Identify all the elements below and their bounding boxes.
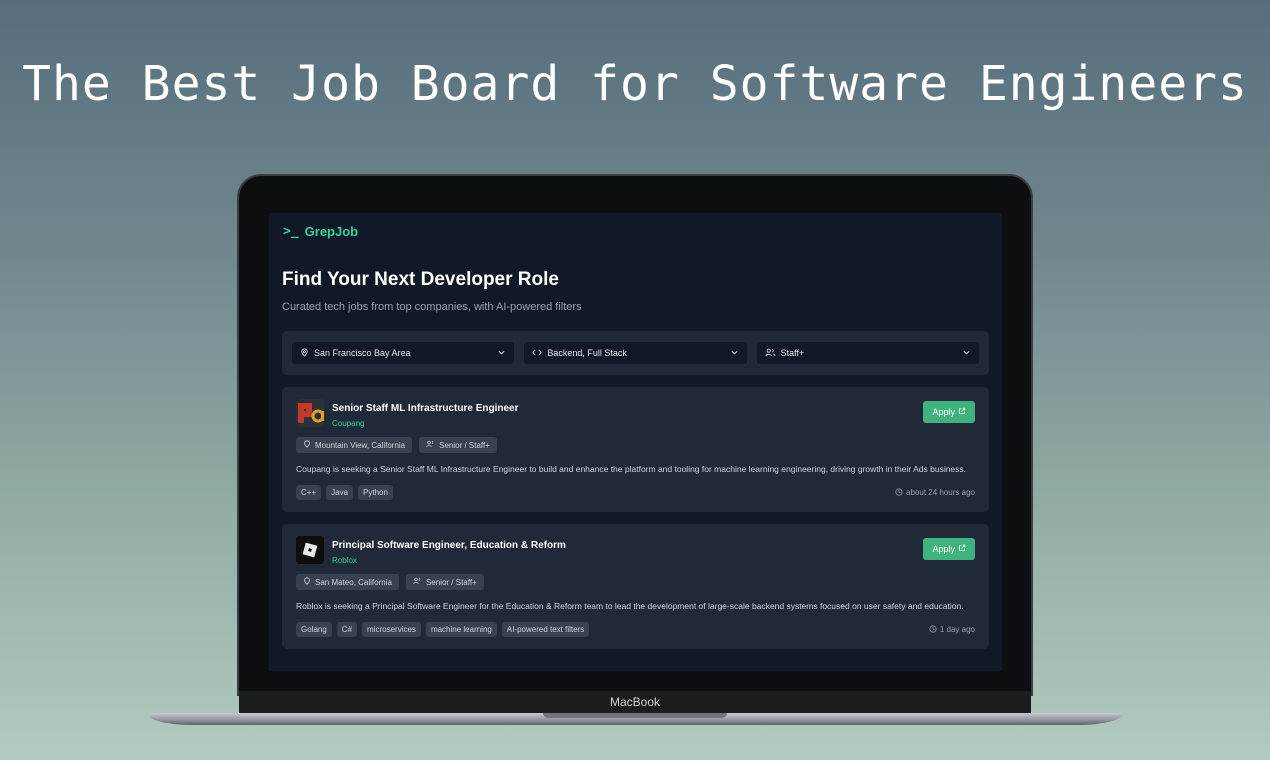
job-description: Roblox is seeking a Principal Software E… (296, 601, 964, 611)
job-title[interactable]: Principal Software Engineer, Education &… (332, 540, 915, 551)
posted-time-text: about 24 hours ago (906, 488, 975, 497)
location-chip-text: Mountain View, California (315, 440, 406, 450)
apply-button[interactable]: Apply (923, 538, 975, 560)
filter-bar: San Francisco Bay Area Backend, Full Sta… (282, 331, 989, 375)
level-select-value: Staff+ (780, 348, 805, 358)
page-title: Find Your Next Developer Role (282, 269, 559, 290)
map-pin-icon (303, 577, 311, 587)
level-select[interactable]: Staff+ (756, 342, 979, 364)
tech-tag[interactable]: AI-powered text filters (501, 622, 590, 637)
chevron-down-icon (497, 348, 506, 359)
tech-tag[interactable]: machine learning (425, 622, 497, 637)
tech-tag[interactable]: Golang (296, 622, 332, 637)
map-pin-icon (300, 347, 309, 359)
posted-time-text: 1 day ago (939, 625, 975, 634)
stack-select-value: Backend, Full Stack (547, 348, 627, 358)
roblox-logo-icon (296, 536, 324, 564)
tech-tag[interactable]: C++ (296, 485, 322, 500)
posted-time: 1 day ago (929, 624, 975, 635)
external-link-icon (958, 544, 966, 554)
location-chip: San Mateo, California (296, 574, 399, 590)
tech-tag[interactable]: Java (326, 485, 354, 500)
location-chip-text: San Mateo, California (315, 577, 392, 587)
clock-icon (929, 624, 937, 635)
tech-tag[interactable]: Python (358, 485, 393, 500)
users-icon (765, 348, 776, 359)
map-pin-icon (303, 440, 311, 450)
company-name[interactable]: Coupang (332, 419, 915, 428)
coupang-logo-icon (296, 399, 324, 427)
location-chip: Mountain View, California (296, 437, 413, 453)
job-card[interactable]: Senior Staff ML Infrastructure Engineer … (282, 387, 989, 512)
page-subtitle: Curated tech jobs from top companies, wi… (282, 301, 582, 313)
clock-icon (895, 487, 903, 498)
job-card[interactable]: Principal Software Engineer, Education &… (282, 524, 989, 649)
apply-button[interactable]: Apply (923, 401, 975, 423)
laptop-notch (543, 713, 727, 718)
app-logo[interactable]: >_ GrepJob (283, 224, 358, 239)
level-chip-text: Senior / Staff+ (439, 440, 490, 450)
users-icon (413, 577, 422, 587)
job-title[interactable]: Senior Staff ML Infrastructure Engineer (332, 403, 915, 414)
code-icon (532, 348, 542, 359)
stack-select[interactable]: Backend, Full Stack (524, 342, 747, 364)
level-chip: Senior / Staff+ (405, 574, 484, 590)
page-headline: The Best Job Board for Software Engineer… (22, 56, 1248, 112)
location-select-value: San Francisco Bay Area (314, 348, 411, 358)
chevron-down-icon (730, 348, 739, 359)
hero: Find Your Next Developer Role Curated te… (269, 249, 1002, 313)
app-header: >_ GrepJob (269, 213, 1002, 249)
level-chip-text: Senior / Staff+ (425, 577, 477, 587)
device-label: MacBook (239, 691, 1031, 713)
laptop-screen: >_ GrepJob Find Your Next Developer Role… (269, 213, 1002, 671)
external-link-icon (958, 407, 966, 417)
posted-time: about 24 hours ago (895, 487, 975, 498)
users-icon (426, 440, 435, 450)
tech-tag[interactable]: microservices (362, 622, 421, 637)
job-description: Coupang is seeking a Senior Staff ML Inf… (296, 464, 967, 474)
apply-button-label: Apply (932, 544, 955, 554)
app-logo-text: GrepJob (304, 223, 359, 239)
tag-list: C++ Java Python (296, 485, 895, 500)
location-select[interactable]: San Francisco Bay Area (292, 342, 515, 364)
chevron-down-icon (962, 348, 971, 359)
company-name[interactable]: Roblox (332, 556, 915, 565)
tech-tag[interactable]: C# (336, 622, 358, 637)
terminal-icon: >_ (283, 223, 299, 239)
apply-button-label: Apply (932, 407, 955, 417)
level-chip: Senior / Staff+ (419, 437, 497, 453)
tag-list: Golang C# microservices machine learning… (296, 622, 929, 637)
